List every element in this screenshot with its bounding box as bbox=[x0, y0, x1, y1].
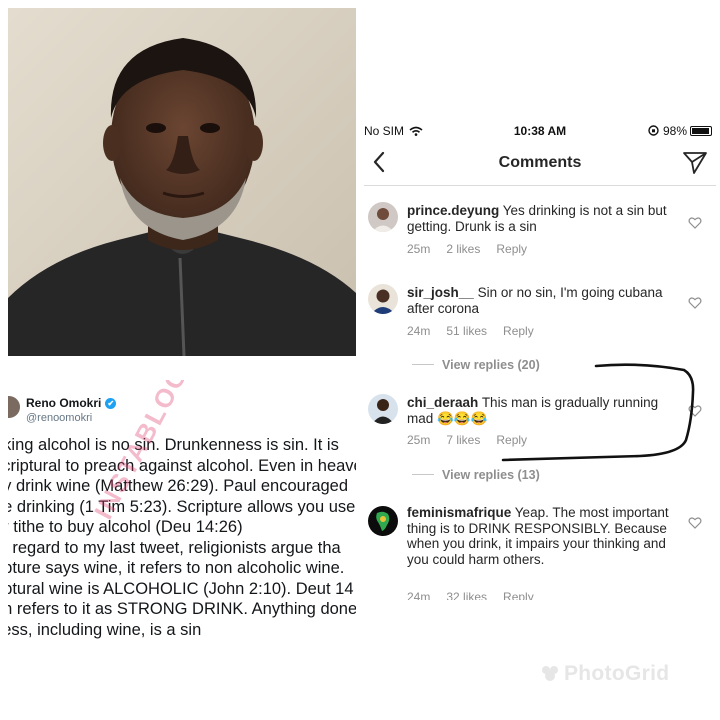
comment-item: feminismafrique Yeap. The most important… bbox=[364, 504, 716, 600]
tweet-author-avatar bbox=[8, 396, 20, 418]
comment-likes[interactable]: 7 likes bbox=[446, 433, 480, 447]
comment-likes[interactable]: 32 likes bbox=[446, 590, 487, 600]
avatar-image bbox=[368, 202, 398, 232]
battery-icon bbox=[690, 126, 712, 136]
comments-nav-bar: Comments bbox=[364, 142, 716, 186]
status-bar: No SIM 10:38 AM 98% bbox=[364, 118, 716, 142]
reply-link[interactable]: Reply bbox=[503, 324, 534, 338]
paper-plane-icon[interactable] bbox=[682, 150, 708, 176]
comment-meta: 25m 7 likes Reply bbox=[407, 433, 543, 447]
tweet-line: scriptural to preach against alcohol. Ev… bbox=[8, 456, 356, 475]
avatar[interactable] bbox=[368, 506, 398, 536]
comment-text: sir_josh__ Sin or no sin, I'm going cuba… bbox=[407, 285, 672, 316]
avatar-image bbox=[368, 394, 398, 424]
avatar[interactable] bbox=[368, 284, 398, 314]
reply-link[interactable]: Reply bbox=[503, 590, 534, 600]
comment-time: 24m bbox=[407, 590, 431, 600]
comment-meta: 24m 32 likes Reply bbox=[407, 590, 550, 600]
reply-link[interactable]: Reply bbox=[496, 242, 527, 256]
comment-text: chi_deraah This man is gradually running… bbox=[407, 395, 672, 426]
reply-link[interactable]: Reply bbox=[496, 433, 527, 447]
avatar[interactable] bbox=[368, 394, 398, 424]
rotation-lock-icon bbox=[648, 125, 659, 136]
battery-percent: 98% bbox=[662, 124, 687, 138]
tweet-text: nking alcohol is no sin. Drunkenness is … bbox=[8, 435, 356, 640]
tweet-line: nking alcohol is no sin. Drunkenness is … bbox=[8, 436, 339, 454]
heart-icon[interactable] bbox=[688, 404, 702, 418]
heart-icon[interactable] bbox=[688, 516, 702, 530]
avatar-image bbox=[368, 284, 398, 314]
portrait-photo bbox=[8, 8, 356, 356]
photogrid-logo-icon bbox=[542, 666, 558, 681]
avatar[interactable] bbox=[368, 202, 398, 232]
comment-time: 25m bbox=[407, 433, 431, 447]
tweet-line: ur tithe to buy alcohol (Deu 14:26) bbox=[8, 518, 243, 536]
comment-item: prince.deyung Yes drinking is not a sin … bbox=[364, 202, 716, 262]
verified-badge-icon: ✔ bbox=[105, 398, 117, 409]
tweet-line: riptural wine is ALCOHOLIC (John 2:10). … bbox=[8, 579, 354, 598]
comment-username[interactable]: prince.deyung bbox=[407, 203, 499, 218]
tweet-line: cess, including wine, is a sin bbox=[8, 620, 202, 639]
comment-item: sir_josh__ Sin or no sin, I'm going cuba… bbox=[364, 284, 716, 344]
heart-icon[interactable] bbox=[688, 216, 702, 230]
photogrid-watermark: PhotoGrid bbox=[540, 662, 669, 686]
man-portrait-image bbox=[8, 8, 356, 356]
comment-username[interactable]: chi_deraah bbox=[407, 395, 478, 410]
comment-time: 24m bbox=[407, 324, 431, 338]
avatar-image bbox=[368, 506, 398, 536]
comment-text: feminismafrique Yeap. The most important… bbox=[407, 505, 669, 567]
view-replies-link[interactable]: View replies (13) bbox=[412, 468, 540, 482]
tweet-line: ne drinking (1 Tim 5:23). Scripture allo… bbox=[8, 497, 356, 516]
comment-meta: 24m 51 likes Reply bbox=[407, 324, 550, 338]
page-title: Comments bbox=[498, 154, 582, 171]
tweet-author-handle: @renoomokri bbox=[26, 412, 93, 424]
tweet-author-name: Reno Omokri ✔ bbox=[26, 396, 117, 410]
comment-meta: 25m 2 likes Reply bbox=[407, 242, 543, 256]
comment-username[interactable]: feminismafrique bbox=[407, 505, 511, 520]
tweet-line: ey drink wine (Matthew 26:29). Paul enco… bbox=[8, 477, 349, 495]
tweet-line: th regard to my last tweet, religionists… bbox=[8, 538, 341, 557]
tweet-line: ripture says wine, it refers to non alco… bbox=[8, 559, 345, 577]
photogrid-label: PhotoGrid bbox=[564, 662, 670, 685]
battery-status: 98% bbox=[648, 124, 712, 138]
tweet-author-name-text: Reno Omokri bbox=[26, 396, 102, 410]
comment-time: 25m bbox=[407, 242, 431, 256]
comment-text: prince.deyung Yes drinking is not a sin … bbox=[407, 203, 672, 234]
tweet-screenshot: Reno Omokri ✔ @renoomokri nking alcohol i… bbox=[8, 380, 356, 686]
tweet-line: en refers to it as STRONG DRINK. Anythin… bbox=[8, 600, 356, 618]
comment-item: chi_deraah This man is gradually running… bbox=[364, 394, 716, 454]
comment-likes[interactable]: 51 likes bbox=[446, 324, 487, 338]
heart-icon[interactable] bbox=[688, 296, 702, 310]
view-replies-link[interactable]: View replies (20) bbox=[412, 358, 540, 372]
instagram-comments-screen: No SIM 10:38 AM 98% Comments prince.deyu… bbox=[364, 118, 716, 600]
comment-username[interactable]: sir_josh__ bbox=[407, 285, 474, 300]
comment-likes[interactable]: 2 likes bbox=[446, 242, 480, 256]
